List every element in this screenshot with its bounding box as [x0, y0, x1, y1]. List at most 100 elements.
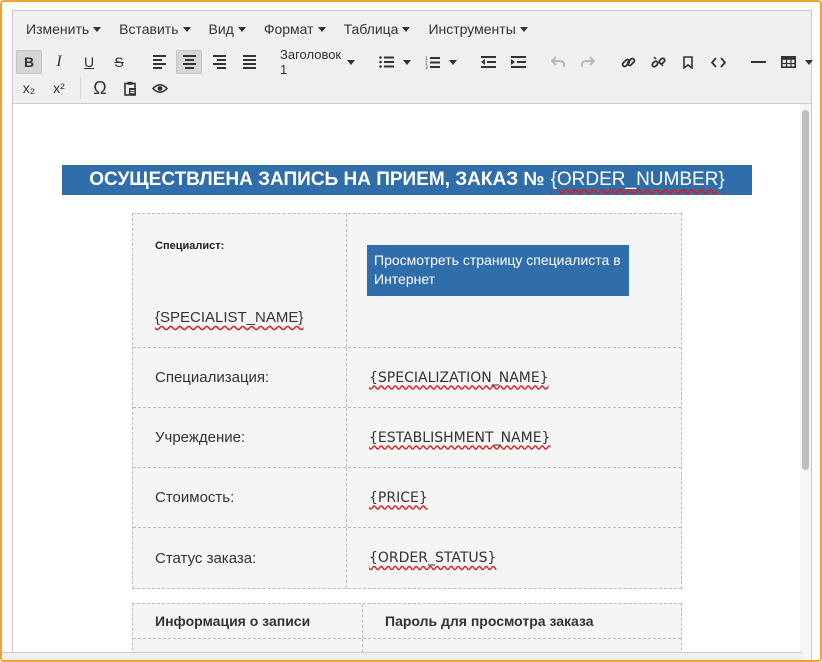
- menu-format-label: Формат: [263, 21, 314, 37]
- bullet-list-icon: [378, 56, 394, 68]
- strikethrough-icon: S: [114, 54, 124, 70]
- table-cell-label: Стоимость:: [133, 468, 347, 527]
- outdent-button[interactable]: [475, 50, 501, 74]
- menubar: Изменить Вставить Вид Формат Таблица Инс…: [13, 11, 811, 47]
- profile-cell: Просмотреть страницу специалиста в Интер…: [347, 214, 681, 347]
- chevron-down-icon: [182, 26, 191, 32]
- omega-icon: Ω: [93, 77, 107, 98]
- source-code-button[interactable]: [705, 50, 731, 74]
- toolbar-row-1: B I U S Заголовок 1 1 2 3: [16, 47, 814, 77]
- preview-button[interactable]: [147, 76, 173, 100]
- superscript-button[interactable]: x²: [46, 76, 72, 100]
- toolbar-divider: [80, 77, 81, 99]
- undo-icon: [551, 56, 566, 67]
- table-cell-label: Специализация:: [133, 348, 347, 407]
- paste-icon: [123, 81, 136, 96]
- italic-icon: I: [56, 53, 62, 70]
- specialist-cell: Специалист: {SPECIALIST_NAME}: [133, 214, 347, 347]
- svg-text:3: 3: [425, 65, 428, 69]
- table-cell-value: {PRICE}: [369, 489, 428, 506]
- scrollbar-thumb[interactable]: [802, 110, 809, 470]
- numbered-list-split-button[interactable]: 123: [419, 50, 461, 74]
- specialist-name-placeholder: {SPECIALIST_NAME}: [155, 309, 304, 326]
- horizontal-rule-button[interactable]: [745, 50, 771, 74]
- subscript-icon: x₂: [22, 80, 36, 96]
- outdent-icon: [480, 56, 496, 68]
- bold-button[interactable]: B: [16, 50, 42, 74]
- bookmark-icon: [683, 55, 693, 69]
- redo-button[interactable]: [575, 50, 601, 74]
- unlink-button[interactable]: [645, 50, 671, 74]
- table-row: Специалист: {SPECIALIST_NAME} Просмотрет…: [133, 214, 681, 348]
- align-right-button[interactable]: [206, 50, 232, 74]
- chevron-down-icon[interactable]: [805, 59, 814, 65]
- special-character-button[interactable]: Ω: [87, 76, 113, 100]
- chevron-down-icon[interactable]: [449, 59, 458, 65]
- italic-button[interactable]: I: [46, 50, 72, 74]
- column-header-order-password: Пароль для просмотра заказа: [385, 613, 594, 629]
- align-center-button[interactable]: [176, 50, 202, 74]
- underline-icon: U: [83, 54, 95, 70]
- toolbar: B I U S Заголовок 1 1 2 3 x₂ x² Ω: [13, 47, 814, 104]
- menu-view[interactable]: Вид: [200, 11, 255, 47]
- bold-icon: B: [23, 54, 35, 70]
- table-split-button[interactable]: [775, 50, 817, 74]
- menu-insert[interactable]: Вставить: [110, 11, 199, 47]
- indent-icon: [510, 56, 526, 68]
- link-icon: [621, 57, 635, 67]
- table-cell-label: Учреждение:: [133, 408, 347, 467]
- numbered-list-button[interactable]: 123: [419, 50, 445, 74]
- align-justify-icon: [242, 55, 256, 69]
- indent-button[interactable]: [505, 50, 531, 74]
- block-format-dropdown[interactable]: Заголовок 1: [276, 47, 359, 77]
- menu-edit[interactable]: Изменить: [17, 11, 110, 47]
- paste-as-text-button[interactable]: [117, 76, 143, 100]
- column-header-record-info: Информация о записи: [133, 604, 363, 638]
- align-left-icon: [152, 55, 166, 69]
- table-cell-value: {ORDER_STATUS}: [369, 550, 497, 566]
- bookmark-button[interactable]: [675, 50, 701, 74]
- bullet-list-button[interactable]: [373, 50, 399, 74]
- table-row: Статус заказа: {ORDER_STATUS}: [133, 528, 681, 588]
- status-bar: [2, 652, 802, 660]
- chevron-down-icon: [519, 26, 528, 32]
- horizontal-rule-icon: [750, 61, 766, 63]
- menu-tools[interactable]: Инструменты: [419, 11, 536, 47]
- strikethrough-button[interactable]: S: [106, 50, 132, 74]
- chevron-down-icon[interactable]: [403, 59, 412, 65]
- table-row: Учреждение: {ESTABLISHMENT_NAME}: [133, 408, 681, 468]
- link-button[interactable]: [615, 50, 641, 74]
- table-icon: [780, 56, 796, 68]
- editor-content-area[interactable]: ОСУЩЕСТВЛЕНА ЗАПИСЬ НА ПРИЕМ, ЗАКАЗ № {O…: [13, 104, 802, 660]
- block-format-label: Заголовок 1: [280, 47, 342, 77]
- rich-text-editor: Изменить Вставить Вид Формат Таблица Инс…: [12, 10, 814, 660]
- align-left-button[interactable]: [146, 50, 172, 74]
- undo-button[interactable]: [545, 50, 571, 74]
- align-right-icon: [212, 55, 226, 69]
- preview-eye-icon: [152, 83, 168, 93]
- underline-button[interactable]: U: [76, 50, 102, 74]
- table-cell-label: Статус заказа:: [133, 528, 347, 588]
- subscript-button[interactable]: x₂: [16, 76, 42, 100]
- chevron-down-icon: [237, 26, 246, 32]
- menu-table-label: Таблица: [343, 21, 399, 37]
- window-frame: Изменить Вставить Вид Формат Таблица Инс…: [0, 0, 822, 662]
- menu-tools-label: Инструменты: [428, 21, 516, 37]
- menu-format[interactable]: Формат: [255, 11, 335, 47]
- page-title: ОСУЩЕСТВЛЕНА ЗАПИСЬ НА ПРИЕМ, ЗАКАЗ № {O…: [62, 165, 752, 195]
- menu-edit-label: Изменить: [26, 21, 90, 37]
- table-cell-value: {SPECIALIZATION_NAME}: [369, 369, 549, 386]
- page-title-text: ОСУЩЕСТВЛЕНА ЗАПИСЬ НА ПРИЕМ, ЗАКАЗ №: [89, 169, 545, 190]
- view-specialist-profile-button[interactable]: Просмотреть страницу специалиста в Интер…: [367, 245, 629, 296]
- toolbar-row-2: x₂ x² Ω: [16, 75, 809, 101]
- table-button[interactable]: [775, 50, 801, 74]
- chevron-down-icon: [347, 59, 356, 65]
- align-justify-button[interactable]: [236, 50, 262, 74]
- chevron-down-icon: [317, 26, 326, 32]
- bullet-list-split-button[interactable]: [373, 50, 415, 74]
- specialist-label: Специалист:: [155, 240, 225, 252]
- align-center-icon: [182, 55, 196, 69]
- menu-table[interactable]: Таблица: [335, 11, 420, 47]
- vertical-scrollbar[interactable]: [800, 104, 811, 660]
- table-cell-value: {ESTABLISHMENT_NAME}: [369, 429, 551, 446]
